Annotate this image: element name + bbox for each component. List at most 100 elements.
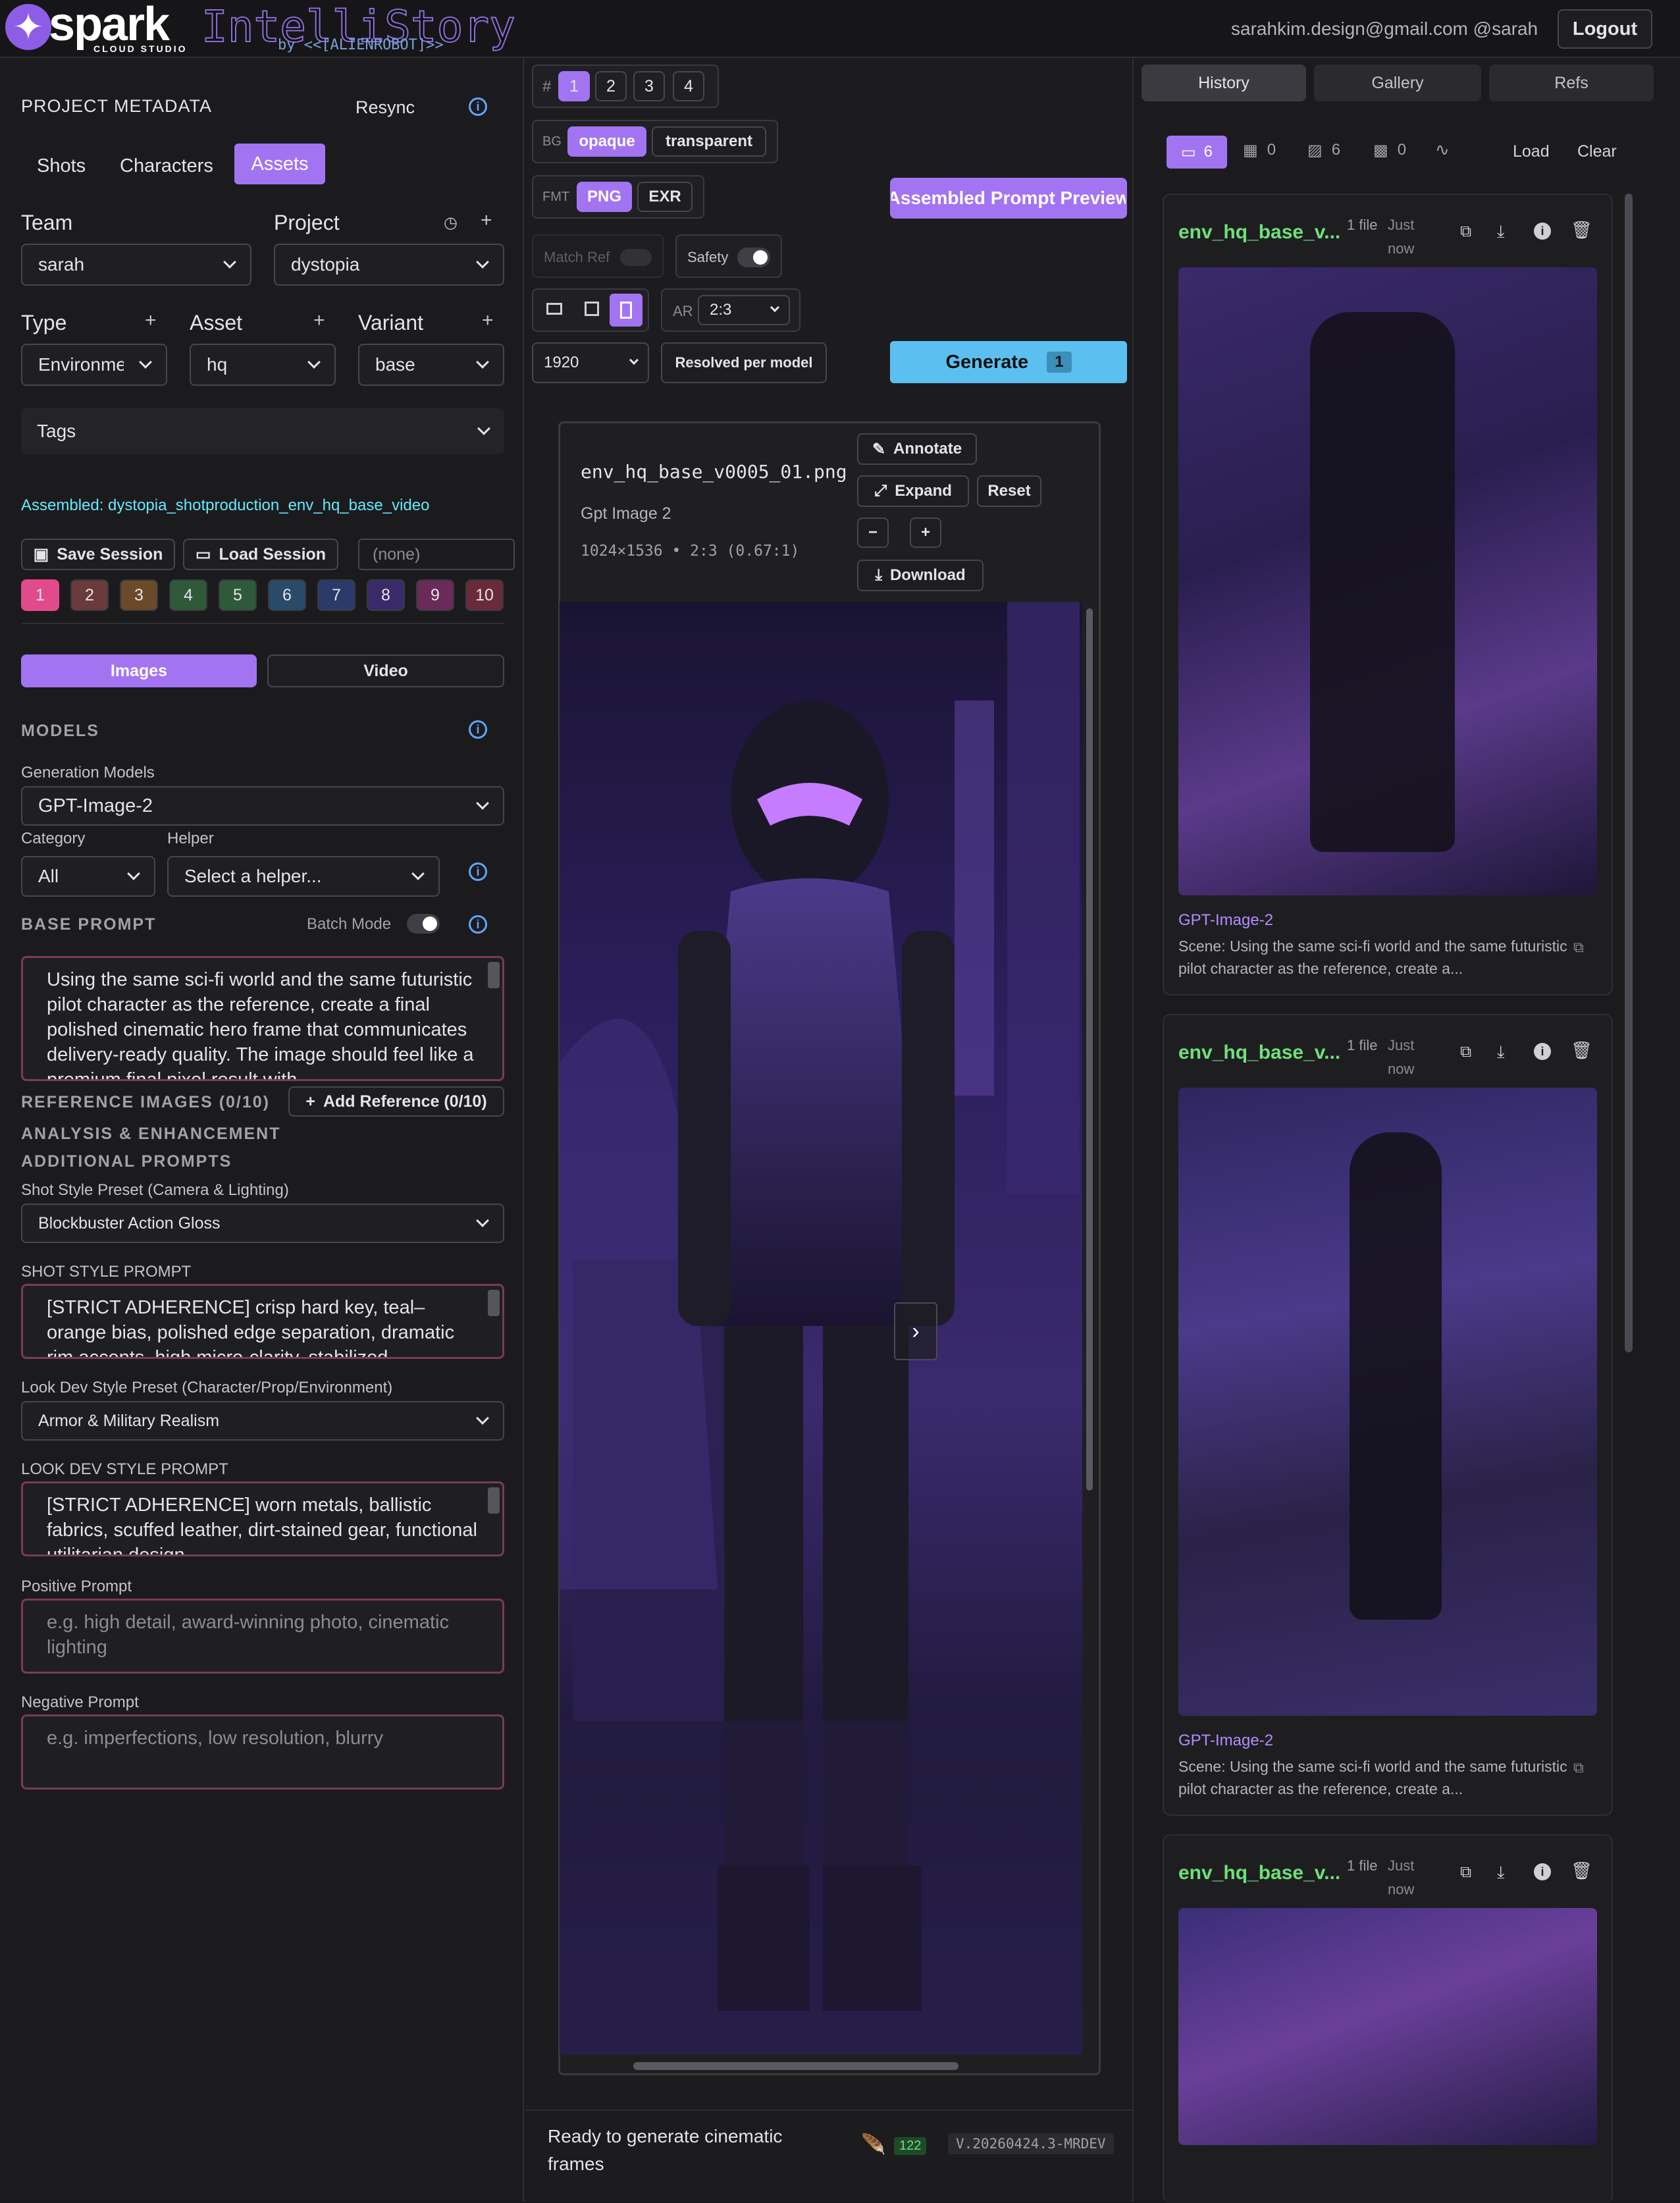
history-scrollbar[interactable]: [1625, 194, 1633, 1352]
count-3-button[interactable]: 3: [633, 71, 665, 101]
negative-prompt-textarea[interactable]: e.g. imperfections, low resolution, blur…: [21, 1714, 504, 1790]
size-select[interactable]: 1920: [532, 342, 649, 383]
scrollbar[interactable]: [488, 1290, 500, 1316]
add-reference-button[interactable]: + Add Reference (0/10): [288, 1086, 504, 1117]
session-slot-7[interactable]: 7: [317, 579, 355, 611]
category-select[interactable]: All: [21, 856, 155, 897]
viewer-vscrollbar[interactable]: [1086, 608, 1093, 1491]
filter-folders[interactable]: ▭ 6: [1167, 136, 1227, 169]
next-image-button[interactable]: ›: [894, 1302, 937, 1360]
add-type-icon[interactable]: +: [145, 309, 157, 332]
info-icon[interactable]: i: [469, 720, 487, 739]
bg-opaque-button[interactable]: opaque: [567, 126, 646, 157]
count-1-button[interactable]: 1: [558, 71, 590, 101]
resync-button[interactable]: Resync: [355, 97, 415, 118]
info-icon[interactable]: i: [469, 863, 487, 881]
session-slot-5[interactable]: 5: [219, 579, 257, 611]
copy-icon[interactable]: ⧉: [1573, 939, 1584, 956]
download-icon[interactable]: ⤓: [1497, 1862, 1505, 1883]
base-prompt-textarea[interactable]: Using the same sci-fi world and the same…: [21, 956, 504, 1081]
tab-refs[interactable]: Refs: [1489, 65, 1654, 101]
zoom-in-button[interactable]: +: [910, 518, 941, 548]
activity-icon[interactable]: ∿: [1435, 140, 1450, 160]
assembled-prompt-preview-button[interactable]: Assembled Prompt Preview: [890, 178, 1127, 219]
tags-dropdown[interactable]: Tags: [21, 408, 504, 454]
viewer-hscrollbar[interactable]: [633, 2062, 958, 2070]
helper-select[interactable]: Select a helper...: [167, 856, 440, 897]
generate-button[interactable]: Generate 1: [890, 341, 1127, 383]
session-slot-9[interactable]: 9: [416, 579, 454, 611]
team-select[interactable]: sarah: [21, 244, 251, 286]
info-icon[interactable]: i: [1534, 1863, 1551, 1880]
mode-images-button[interactable]: Images: [21, 654, 257, 687]
portrait-button[interactable]: [610, 294, 643, 327]
filter-video[interactable]: ▦ 0: [1243, 141, 1276, 160]
look-preset-select[interactable]: Armor & Military Realism: [21, 1401, 504, 1441]
filter-grid[interactable]: ▩ 0: [1373, 141, 1406, 160]
positive-prompt-textarea[interactable]: e.g. high detail, award-winning photo, c…: [21, 1599, 504, 1674]
session-slot-8[interactable]: 8: [367, 579, 405, 611]
variant-select[interactable]: base: [358, 344, 504, 386]
shot-style-textarea[interactable]: [STRICT ADHERENCE] crisp hard key, teal–…: [21, 1284, 504, 1359]
mode-video-button[interactable]: Video: [267, 654, 504, 687]
bg-transparent-button[interactable]: transparent: [652, 126, 766, 157]
scrollbar[interactable]: [488, 962, 500, 988]
session-slot-6[interactable]: 6: [268, 579, 306, 611]
session-slot-4[interactable]: 4: [169, 579, 207, 611]
card-thumbnail[interactable]: [1178, 1908, 1597, 2145]
fmt-exr-button[interactable]: EXR: [637, 182, 693, 212]
analysis-title[interactable]: ANALYSIS & ENHANCEMENT: [21, 1125, 281, 1144]
generated-image[interactable]: [560, 602, 1082, 2054]
tab-characters[interactable]: Characters: [120, 155, 213, 177]
session-slot-3[interactable]: 3: [120, 579, 158, 611]
session-slot-2[interactable]: 2: [70, 579, 109, 611]
history-icon[interactable]: ◷: [444, 213, 458, 232]
open-external-icon[interactable]: ⧉: [1460, 1863, 1471, 1882]
look-dev-textarea[interactable]: [STRICT ADHERENCE] worn metals, ballisti…: [21, 1481, 504, 1556]
trash-icon[interactable]: 🗑: [1571, 1040, 1592, 1061]
open-external-icon[interactable]: ⧉: [1460, 1043, 1471, 1061]
ar-select[interactable]: 2:3: [698, 295, 790, 325]
reset-button[interactable]: Reset: [977, 475, 1041, 507]
copy-icon[interactable]: ⧉: [1573, 1759, 1584, 1776]
session-select[interactable]: (none): [358, 539, 515, 570]
trash-icon[interactable]: 🗑: [1571, 1861, 1592, 1881]
add-variant-icon[interactable]: +: [482, 309, 494, 332]
add-asset-icon[interactable]: +: [313, 309, 325, 332]
count-4-button[interactable]: 4: [673, 71, 704, 101]
square-icon[interactable]: [585, 302, 599, 316]
generation-model-select[interactable]: GPT-Image-2: [21, 786, 504, 826]
download-button[interactable]: ⤓ Download: [857, 560, 984, 591]
info-icon[interactable]: i: [1534, 1043, 1551, 1060]
tab-assets[interactable]: Assets: [234, 144, 325, 184]
landscape-icon[interactable]: [546, 303, 562, 315]
load-session-button[interactable]: ▭ Load Session: [183, 539, 338, 570]
scrollbar[interactable]: [488, 1487, 500, 1514]
add-project-icon[interactable]: +: [481, 209, 492, 232]
project-select[interactable]: dystopia: [274, 244, 504, 286]
tab-gallery[interactable]: Gallery: [1314, 65, 1481, 101]
count-2-button[interactable]: 2: [595, 71, 627, 101]
trash-icon[interactable]: 🗑: [1571, 220, 1592, 240]
info-icon[interactable]: i: [469, 97, 487, 116]
zoom-out-button[interactable]: −: [857, 518, 889, 548]
resolved-per-model-button[interactable]: Resolved per model: [661, 342, 827, 383]
clear-button[interactable]: Clear: [1577, 142, 1617, 161]
fmt-png-button[interactable]: PNG: [577, 182, 632, 212]
session-slot-10[interactable]: 10: [465, 579, 504, 611]
annotate-button[interactable]: ✎ Annotate: [857, 433, 977, 465]
open-external-icon[interactable]: ⧉: [1460, 223, 1471, 241]
asset-select[interactable]: hq: [190, 344, 336, 386]
info-icon[interactable]: i: [1534, 223, 1551, 240]
save-session-button[interactable]: ▣ Save Session: [21, 539, 175, 570]
tab-shots[interactable]: Shots: [37, 155, 86, 177]
download-icon[interactable]: ⤓: [1497, 1042, 1505, 1063]
logout-button[interactable]: Logout: [1558, 9, 1652, 49]
tab-history[interactable]: History: [1142, 65, 1306, 101]
type-select[interactable]: Environme: [21, 344, 167, 386]
match-ref-toggle-group[interactable]: Match Ref: [532, 234, 664, 278]
info-icon[interactable]: i: [469, 915, 487, 934]
load-button[interactable]: Load: [1513, 142, 1550, 161]
expand-button[interactable]: ⤢ Expand: [857, 475, 969, 507]
batch-mode-toggle[interactable]: [407, 914, 440, 934]
